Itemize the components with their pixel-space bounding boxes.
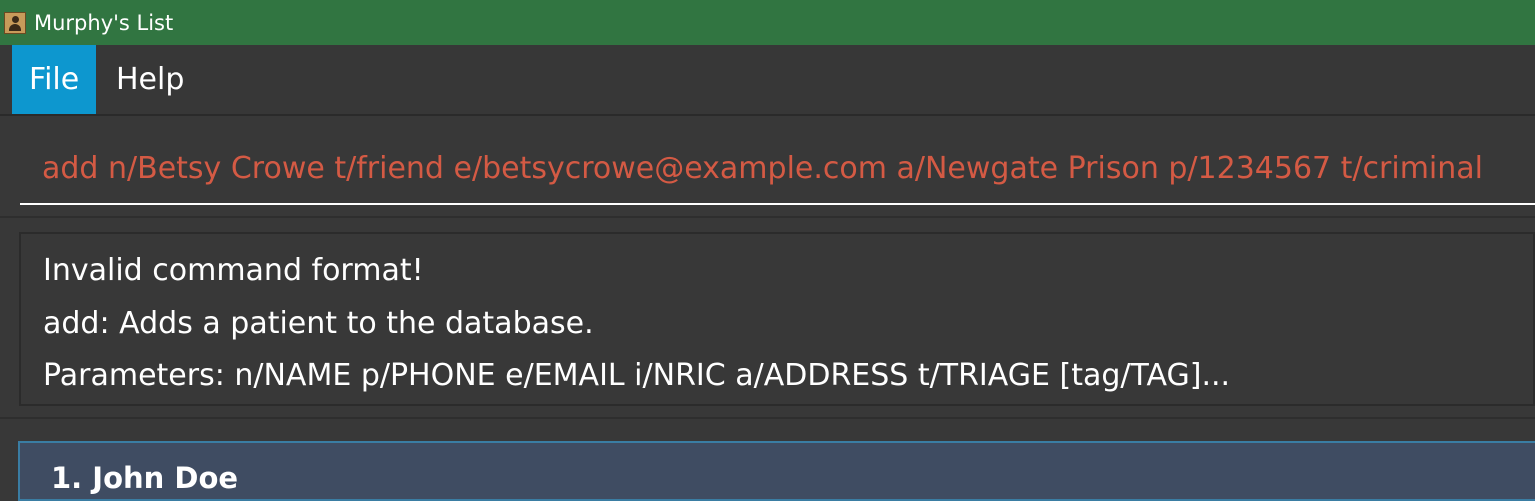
result-display: Invalid command format! add: Adds a pati… — [19, 232, 1535, 406]
result-line: add: Adds a patient to the database. — [43, 306, 594, 341]
result-line: Parameters: n/NAME p/PHONE e/EMAIL i/NRI… — [43, 358, 1231, 393]
window-title: Murphy's List — [34, 11, 174, 35]
window-titlebar: Murphy's List — [0, 0, 1535, 45]
person-name: 1. John Doe — [51, 461, 239, 495]
person-card[interactable]: 1. John Doe — [18, 441, 1535, 501]
command-box — [0, 116, 1535, 218]
menu-bar: File Help — [0, 45, 1535, 116]
address-book-icon — [4, 12, 26, 34]
result-line: Invalid command format! — [43, 253, 424, 288]
menu-file[interactable]: File — [12, 45, 96, 114]
command-input[interactable] — [20, 133, 1535, 205]
menu-help[interactable]: Help — [99, 45, 201, 114]
person-list: 1. John Doe — [0, 419, 1535, 501]
